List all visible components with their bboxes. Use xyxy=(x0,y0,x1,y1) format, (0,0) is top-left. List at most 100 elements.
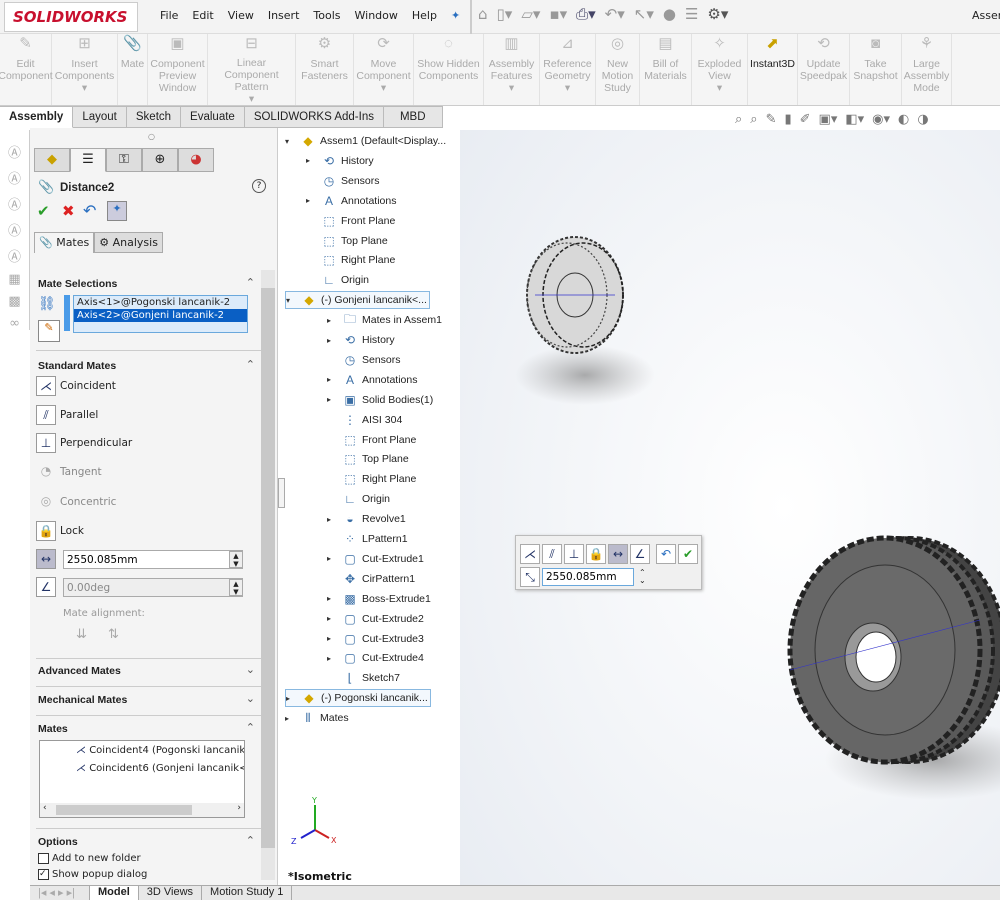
annotation-icon[interactable]: Ⓐ xyxy=(8,142,21,161)
angle-mate-button[interactable]: ∠ xyxy=(36,577,56,597)
mates-header[interactable]: Mates xyxy=(38,723,68,735)
collapse-chevron-icon[interactable]: ⌃ xyxy=(246,721,255,734)
tab-addins[interactable]: SOLIDWORKS Add-Ins xyxy=(244,106,384,128)
lock-mate-button[interactable]: 🔒 Lock xyxy=(36,521,84,541)
tab-model[interactable]: Model xyxy=(90,886,139,900)
perpendicular-mate-button[interactable]: ⊥ Perpendicular xyxy=(36,433,132,453)
new-icon[interactable]: ▯▾ xyxy=(497,5,513,23)
dropdown-arrow-icon[interactable]: ▾ xyxy=(249,93,254,105)
mate-selections-list[interactable]: Axis<1>@Pogonski lancanik-2 Axis<2>@Gonj… xyxy=(73,295,248,333)
command-edit-component[interactable]: ✎ Edit Component xyxy=(0,34,53,105)
expand-chevron-icon[interactable]: ⌄ xyxy=(246,663,255,676)
scrollbar-thumb[interactable] xyxy=(56,805,192,815)
graphics-viewport[interactable]: Y X Z *Isometric xyxy=(285,130,1000,885)
show-popup-dialog-checkbox[interactable]: ✓ Show popup dialog xyxy=(38,869,147,880)
display-manager-tab-icon[interactable]: ◕ xyxy=(178,148,214,172)
hide-show-icon[interactable]: ◉▾ xyxy=(872,112,890,127)
selection-item-selected[interactable]: Axis<2>@Gonjeni lancanik-2 xyxy=(74,309,247,322)
distance-icon[interactable]: ↔ xyxy=(608,544,628,564)
tab-mates[interactable]: 📎 Mates xyxy=(34,232,95,253)
grid-icon[interactable]: ▩ xyxy=(8,294,20,309)
annotation-icon[interactable]: Ⓐ xyxy=(8,246,21,265)
dropdown-arrow-icon[interactable]: ▾ xyxy=(509,82,514,94)
tangent-mate-button[interactable]: ◔ Tangent xyxy=(36,462,102,482)
command-large-assembly-mode[interactable]: ⚘ Large Assembly Mode xyxy=(902,34,952,105)
scene-icon[interactable]: ◑ xyxy=(917,112,928,127)
panel-collapse-handle[interactable] xyxy=(278,478,285,508)
rebuild-icon[interactable]: ● xyxy=(663,5,676,23)
section-view-icon[interactable]: ▮ xyxy=(784,112,791,127)
mate-list-item[interactable]: ⋌ Coincident6 (Gonjeni lancanik<2> xyxy=(76,763,244,774)
popup-spinner[interactable]: ⌃ ⌄ xyxy=(639,569,646,585)
print-icon[interactable]: ⎙▾ xyxy=(576,5,596,23)
mechanical-mates-header[interactable]: Mechanical Mates xyxy=(38,694,127,706)
annotation-icon[interactable]: Ⓐ xyxy=(8,194,21,213)
annotation-icon[interactable]: Ⓐ xyxy=(8,220,21,239)
distance-spinner[interactable]: ▲ ▼ xyxy=(229,551,243,568)
mate-pop-up-icon[interactable]: ✎ xyxy=(38,320,60,342)
command-show-hidden-components[interactable]: ◌ Show Hidden Components xyxy=(414,34,484,105)
options-header[interactable]: Options xyxy=(38,836,78,848)
angle-spinner[interactable]: ▲ ▼ xyxy=(229,579,243,596)
tab-assembly[interactable]: Assembly xyxy=(0,106,74,128)
anti-aligned-icon[interactable]: ⇅ xyxy=(108,627,119,642)
panel-grip[interactable]: ○ xyxy=(148,132,155,141)
command-move-component[interactable]: ⟳ Move Component ▾ xyxy=(354,34,414,105)
add-to-new-folder-checkbox[interactable]: Add to new folder xyxy=(38,853,141,864)
home-icon[interactable]: ⌂ xyxy=(478,5,488,23)
pin-icon[interactable]: ✦ xyxy=(451,9,460,22)
parallel-mate-button[interactable]: ⫽ Parallel xyxy=(36,405,98,425)
popup-distance-input[interactable] xyxy=(542,568,634,586)
command-linear-component-pattern[interactable]: ⊟ Linear Component Pattern ▾ xyxy=(208,34,296,105)
menu-tools[interactable]: Tools xyxy=(313,9,340,22)
tab-motion-study-1[interactable]: Motion Study 1 xyxy=(202,886,293,900)
mate-selections-header[interactable]: Mate Selections xyxy=(38,278,117,290)
aligned-icon[interactable]: ⇊ xyxy=(76,627,87,642)
advanced-mates-header[interactable]: Advanced Mates xyxy=(38,665,121,677)
collapse-chevron-icon[interactable]: ⌃ xyxy=(246,276,255,289)
selection-item[interactable]: Axis<1>@Pogonski lancanik-2 xyxy=(74,296,247,309)
undo-icon[interactable]: ↶ xyxy=(83,201,96,220)
ok-check-icon[interactable]: ✔ xyxy=(37,202,50,220)
file-properties-icon[interactable]: ☰ xyxy=(685,5,698,23)
display-style-icon[interactable]: ◧▾ xyxy=(845,112,864,127)
dropdown-arrow-icon[interactable]: ▾ xyxy=(565,82,570,94)
link-icon[interactable]: ∞ xyxy=(9,316,20,331)
zoom-to-area-icon[interactable]: ⌕ xyxy=(750,112,757,127)
tab-3d-views[interactable]: 3D Views xyxy=(139,886,203,900)
angle-input[interactable] xyxy=(63,578,243,597)
feature-manager-tab-icon[interactable]: ◆ xyxy=(34,148,70,172)
flip-dimension-icon[interactable]: ⤡ xyxy=(520,567,540,587)
parallel-icon[interactable]: ⫽ xyxy=(542,544,562,564)
distance-mate-button[interactable]: ↔ xyxy=(36,549,56,569)
command-mate[interactable]: 📎 Mate xyxy=(118,34,148,105)
command-new-motion-study[interactable]: ◎ New Motion Study xyxy=(596,34,640,105)
property-manager-tab-icon[interactable]: ☰ xyxy=(70,148,106,172)
menu-edit[interactable]: Edit xyxy=(192,9,213,22)
command-reference-geometry[interactable]: ⊿ Reference Geometry ▾ xyxy=(540,34,596,105)
collapse-chevron-icon[interactable]: ⌃ xyxy=(246,358,255,371)
command-component-preview-window[interactable]: ▣ Component Preview Window xyxy=(148,34,208,105)
concentric-mate-button[interactable]: ◎ Concentric xyxy=(36,492,117,512)
menu-file[interactable]: File xyxy=(160,9,178,22)
command-update-speedpak[interactable]: ⟲ Update Speedpak xyxy=(798,34,850,105)
zoom-to-fit-icon[interactable]: ⌕ xyxy=(735,112,742,127)
options-gear-icon[interactable]: ⚙▾ xyxy=(707,5,728,23)
expand-chevron-icon[interactable]: ⌄ xyxy=(246,692,255,705)
scrollbar[interactable] xyxy=(261,270,275,880)
dropdown-arrow-icon[interactable]: ▾ xyxy=(717,82,722,94)
command-instant3d[interactable]: ⬈ Instant3D xyxy=(748,34,798,105)
dropdown-arrow-icon[interactable]: ▾ xyxy=(381,82,386,94)
annotation-icon[interactable]: Ⓐ xyxy=(8,168,21,187)
command-insert-components[interactable]: ⊞ Insert Components ▾ xyxy=(52,34,118,105)
command-take-snapshot[interactable]: ◙ Take Snapshot xyxy=(850,34,902,105)
save-icon[interactable]: ▪▾ xyxy=(549,5,567,23)
keep-visible-pin-icon[interactable]: ✦ xyxy=(107,201,127,221)
open-icon[interactable]: ▱▾ xyxy=(521,5,540,23)
dynamic-annotation-icon[interactable]: ✐ xyxy=(800,112,811,127)
previous-view-icon[interactable]: ✎ xyxy=(766,112,777,127)
collapse-chevron-icon[interactable]: ⌃ xyxy=(246,834,255,847)
angle-icon[interactable]: ∠ xyxy=(630,544,650,564)
coincident-mate-button[interactable]: ⋌ Coincident xyxy=(36,376,116,396)
camera-icon[interactable]: ▦ xyxy=(8,272,20,287)
